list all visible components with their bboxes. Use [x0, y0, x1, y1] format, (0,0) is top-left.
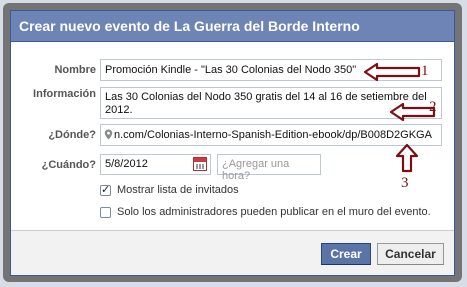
info-line-2: 2012.	[105, 104, 133, 116]
dialog-title: Crear nuevo evento de La Guerra del Bord…	[11, 11, 454, 42]
show-guests-checkbox[interactable]	[100, 183, 111, 196]
info-line-1: Las 30 Colonias del Nodo 350 gratis del …	[105, 91, 427, 103]
annotation-number-2: 2	[429, 99, 437, 115]
create-button[interactable]: Crear	[321, 243, 371, 265]
date-value: 5/8/2012	[105, 158, 148, 170]
name-label: Nombre	[54, 64, 96, 76]
annotation-number-3: 3	[401, 175, 409, 191]
where-value: n.com/Colonias-Interno-Spanish-Edition-e…	[114, 129, 432, 141]
date-input[interactable]: 5/8/2012	[100, 154, 211, 175]
location-pin-icon	[104, 129, 113, 140]
admins-only-label[interactable]: Solo los administradores pueden publicar…	[117, 206, 431, 218]
when-label: ¿Cuándo?	[41, 159, 96, 171]
where-field[interactable]: n.com/Colonias-Interno-Spanish-Edition-e…	[100, 124, 442, 146]
dialog-footer: Crear Cancelar	[11, 230, 454, 275]
create-event-dialog: Crear nuevo evento de La Guerra del Bord…	[10, 10, 455, 276]
annotation-arrow-3	[395, 143, 419, 173]
show-guests-label[interactable]: Mostrar lista de invitados	[117, 184, 239, 196]
admins-only-checkbox[interactable]	[100, 207, 111, 218]
where-label: ¿Dónde?	[48, 129, 96, 141]
time-input[interactable]: ¿Agregar una hora?	[217, 154, 321, 182]
calendar-icon[interactable]	[193, 157, 207, 171]
cancel-button[interactable]: Cancelar	[377, 243, 444, 265]
annotation-number-1: 1	[421, 63, 429, 79]
annotation-arrow-1	[363, 63, 421, 81]
info-label: Información	[33, 88, 96, 100]
